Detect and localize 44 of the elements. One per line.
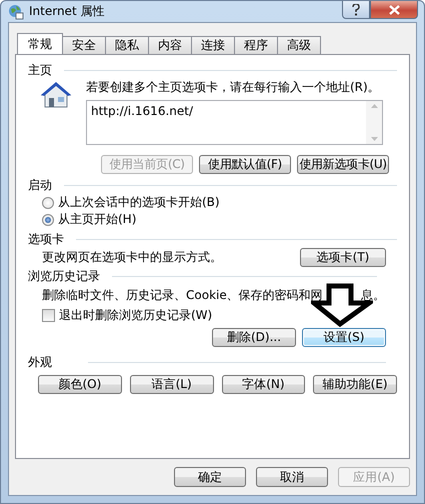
radio-label: 从主页开始(H) bbox=[58, 211, 136, 228]
section-title: 浏览历史记录 bbox=[28, 268, 100, 284]
close-icon bbox=[388, 4, 400, 14]
homepage-button[interactable]: 使用新选项卡(U) bbox=[297, 155, 389, 174]
help-icon bbox=[352, 4, 360, 16]
radio-label: 从上次会话中的选项卡开始(B) bbox=[58, 194, 220, 211]
tab[interactable]: 高级 bbox=[277, 36, 321, 54]
instruction-text: 若要创建多个主页选项卡，请在每行输入一个地址(R)。 bbox=[86, 79, 381, 96]
homepage-field[interactable]: http://i.1616.net/ bbox=[86, 100, 383, 145]
section-title: 外观 bbox=[28, 354, 52, 370]
section-title: 启动 bbox=[28, 176, 52, 194]
tab[interactable]: 隐私 bbox=[105, 36, 149, 54]
history-button[interactable]: 删除(D)... bbox=[212, 328, 296, 347]
description-text: 息。 bbox=[361, 286, 385, 304]
tab[interactable]: 内容 bbox=[148, 36, 192, 54]
checkbox[interactable] bbox=[42, 308, 55, 322]
globe-icon bbox=[8, 4, 24, 20]
appearance-button[interactable]: 字体(N) bbox=[222, 375, 306, 394]
arrow-drawing bbox=[311, 283, 373, 327]
scroll-down-icon bbox=[370, 137, 378, 141]
help-button[interactable] bbox=[342, 1, 370, 19]
house-icon bbox=[40, 81, 72, 109]
appearance-button[interactable]: 语言(L) bbox=[130, 375, 214, 394]
appearance-button[interactable]: 颜色(O) bbox=[38, 375, 122, 394]
tab[interactable]: 程序 bbox=[234, 36, 278, 54]
section-title: 主页 bbox=[28, 62, 52, 78]
radio-button[interactable] bbox=[42, 196, 54, 208]
description-text: 删除临时文件、历史记录、Cookie、保存的密码和网 bbox=[42, 286, 323, 304]
window-title: Internet 属性 bbox=[29, 3, 104, 20]
tab[interactable]: 连接 bbox=[191, 36, 235, 54]
close-button[interactable] bbox=[370, 1, 418, 19]
appearance-button[interactable]: 辅助功能(E) bbox=[313, 375, 397, 394]
dialog-button[interactable]: 确定 bbox=[174, 467, 246, 487]
tab[interactable]: 常规 bbox=[17, 33, 63, 54]
section-title: 选项卡 bbox=[28, 230, 64, 248]
checkbox-label: 退出时删除浏览历史记录(W) bbox=[59, 306, 212, 324]
description-text: 更改网页在选项卡中的显示方式。 bbox=[42, 249, 222, 266]
radio-button[interactable] bbox=[42, 214, 54, 226]
dialog-button[interactable]: 取消 bbox=[256, 467, 328, 487]
homepage-button[interactable]: 使用默认值(F) bbox=[199, 155, 291, 174]
history-button[interactable]: 设置(S) bbox=[302, 328, 386, 347]
tab[interactable]: 安全 bbox=[62, 36, 106, 54]
scroll-up-icon bbox=[370, 104, 378, 108]
tabs-button[interactable]: 选项卡(T) bbox=[300, 248, 386, 267]
